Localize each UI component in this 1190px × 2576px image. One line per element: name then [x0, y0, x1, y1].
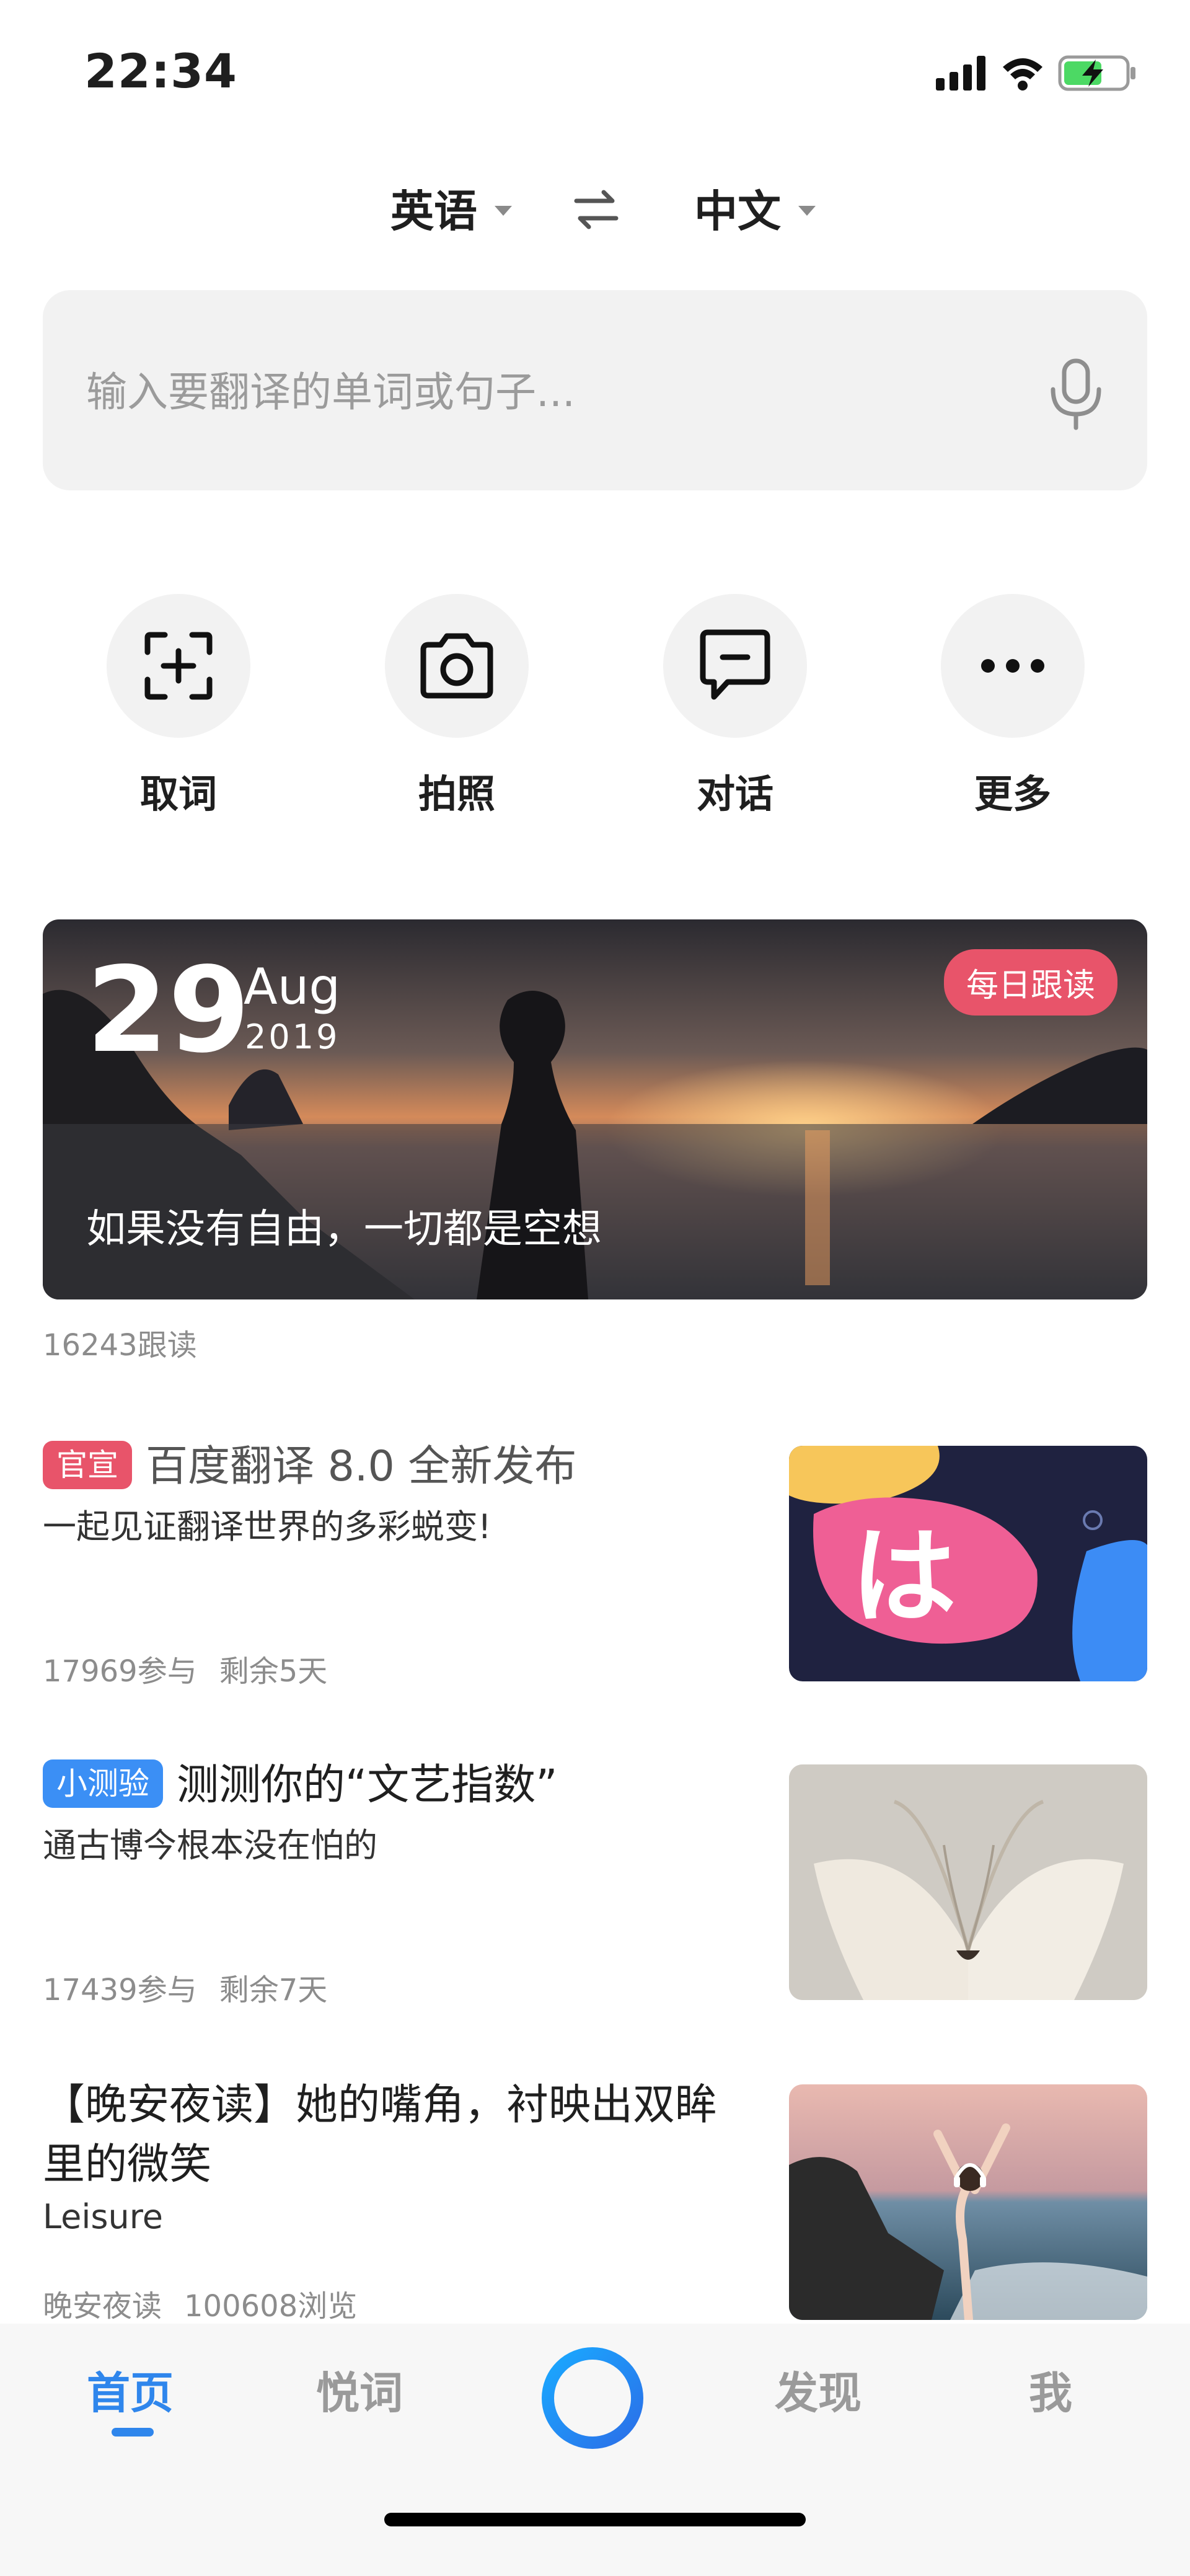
- swap-languages-icon[interactable]: [571, 185, 621, 234]
- wifi-icon: [1003, 58, 1042, 91]
- tool-camera[interactable]: 拍照: [382, 594, 531, 818]
- daily-day: 29: [86, 942, 250, 1079]
- tag-badge: 官宣: [43, 1441, 132, 1489]
- status-time: 22:34: [84, 43, 237, 99]
- daily-badge: 每日跟读: [943, 949, 1117, 1016]
- feed-item[interactable]: 【晚安夜读】她的嘴角，衬映出双眸里的微笑 Leisure 晚安夜读 100608浏…: [43, 2076, 1147, 2324]
- microphone-icon[interactable]: [1042, 357, 1110, 432]
- feed-meta: 17439参与 剩余7天: [43, 1965, 350, 2009]
- feed-thumbnail: [789, 1764, 1147, 2000]
- bottom-nav: 首页 悦词 发现 我: [0, 2324, 1190, 2576]
- daily-reading-card[interactable]: 29 Aug 2019 每日跟读 如果没有自由，一切都是空想: [43, 919, 1147, 1299]
- tool-circle: [663, 594, 807, 738]
- tool-scan-word[interactable]: 取词: [104, 594, 253, 818]
- source-language-label: 英语: [390, 185, 477, 237]
- tool-circle: [107, 594, 250, 738]
- feed-meta: 17969参与 剩余5天: [43, 1647, 350, 1690]
- nav-home[interactable]: 首页: [87, 2358, 174, 2421]
- remaining-days: 剩余7天: [219, 1973, 328, 2007]
- daily-month: Aug: [244, 958, 341, 1016]
- feed-meta: 晚安夜读 100608浏览: [43, 2282, 379, 2325]
- feed-thumbnail: は: [789, 1446, 1147, 1681]
- tool-more[interactable]: 更多: [938, 594, 1087, 818]
- home-indicator: [384, 2513, 806, 2526]
- target-language-select[interactable]: 中文: [694, 180, 816, 237]
- feed-thumbnail: [789, 2084, 1147, 2320]
- chat-icon: [700, 629, 770, 700]
- tool-label: 对话: [696, 771, 774, 817]
- daily-quote: 如果没有自由，一切都是空想: [86, 1206, 602, 1252]
- tool-circle: [385, 594, 529, 738]
- tool-label: 更多: [974, 771, 1051, 817]
- daily-year: 2019: [245, 1017, 340, 1056]
- voice-assistant-button[interactable]: [538, 2344, 647, 2453]
- caret-down-icon: [495, 206, 512, 216]
- source-language-select[interactable]: 英语: [390, 180, 512, 237]
- feed-title: 测测你的“文艺指数”: [177, 1761, 558, 1810]
- caret-down-icon: [798, 206, 816, 216]
- participants-count: 17969参与: [43, 1654, 197, 1689]
- tag-badge: 小测验: [43, 1759, 163, 1808]
- feed-source: 晚安夜读: [43, 2289, 162, 2324]
- thumb-hiragana-text: は: [851, 1516, 956, 1639]
- feed-title-row: 官宣 百度翻译 8.0 全新发布: [43, 1437, 749, 1497]
- tool-label: 取词: [139, 771, 217, 817]
- tool-label: 拍照: [418, 771, 495, 817]
- remaining-days: 剩余5天: [219, 1654, 328, 1689]
- search-input[interactable]: [85, 357, 1017, 427]
- camera-icon: [420, 633, 493, 699]
- nav-discover[interactable]: 发现: [775, 2358, 862, 2421]
- feed-item[interactable]: 小测验 测测你的“文艺指数” 通古博今根本没在怕的 17439参与 剩余7天: [43, 1756, 1147, 2007]
- participants-count: 17439参与: [43, 1973, 197, 2007]
- daily-read-count: 16243跟读: [43, 1328, 197, 1363]
- views-count: 100608浏览: [184, 2289, 358, 2324]
- tool-dialogue[interactable]: 对话: [661, 594, 809, 818]
- tool-circle: [941, 594, 1085, 738]
- battery-charging-icon: [1058, 55, 1135, 91]
- status-icons: [936, 55, 1135, 91]
- signal-icon: [936, 56, 985, 91]
- feed-item[interactable]: 官宣 百度翻译 8.0 全新发布 一起见证翻译世界的多彩蜕变! 17969参与 剩余…: [43, 1437, 1147, 1689]
- search-box[interactable]: [43, 290, 1147, 490]
- nav-me[interactable]: 我: [1029, 2358, 1072, 2421]
- nav-words[interactable]: 悦词: [316, 2358, 403, 2421]
- more-icon: [981, 659, 1044, 673]
- feed-title: 百度翻译 8.0 全新发布: [146, 1442, 577, 1491]
- feed-title: 【晚安夜读】她的嘴角，衬映出双眸里的微笑: [43, 2081, 718, 2189]
- nav-active-indicator: [112, 2428, 154, 2437]
- scan-add-icon: [144, 632, 213, 700]
- target-language-label: 中文: [694, 185, 781, 237]
- feed-title-row: 小测验 测测你的“文艺指数”: [43, 1756, 749, 1815]
